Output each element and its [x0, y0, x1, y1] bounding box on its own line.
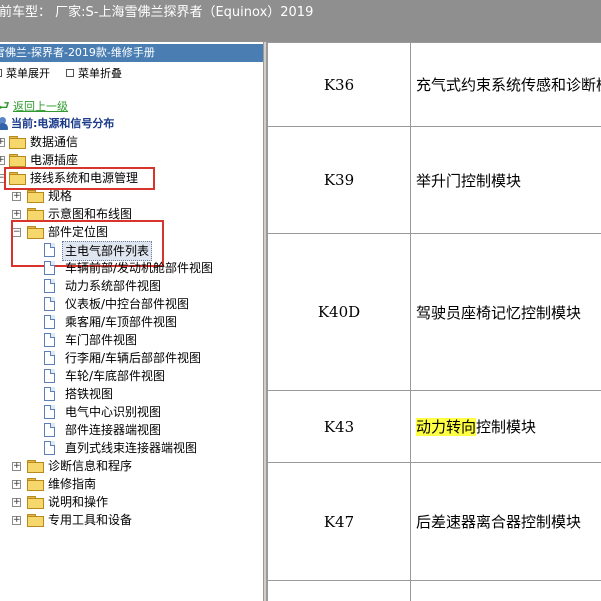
page-icon	[44, 333, 55, 347]
component-desc: 驾驶员座椅记忆控制模块	[409, 233, 601, 391]
component-code: K47	[267, 462, 411, 581]
expand-plus-icon[interactable]: +	[12, 462, 21, 471]
expand-plus-icon[interactable]: +	[12, 480, 21, 489]
expand-plus-icon[interactable]: +	[0, 138, 5, 147]
expand-menu-label: 菜单展开	[6, 67, 50, 80]
component-table: K36 充气式约束系统传感和诊断模块 K39 举升门控制模块 K40D 驾驶员座…	[267, 42, 601, 601]
folder-icon	[27, 208, 44, 221]
expand-plus-icon[interactable]: +	[12, 210, 21, 219]
component-desc: 举升门控制模块	[409, 126, 601, 234]
current-location-label: 当前:电源和信号分布	[11, 117, 115, 130]
tree-node-label: 维修指南	[48, 477, 97, 491]
expand-plus-icon[interactable]: +	[12, 516, 21, 525]
component-desc: 动力转向控制模块	[409, 390, 601, 463]
page-icon	[44, 261, 55, 275]
top-bar: 当前车型： 厂家:S-上海雪佛兰探界者（Equinox）2019	[0, 0, 601, 42]
tree-node-label: 数据通信	[30, 135, 79, 149]
manual-title: 雪佛兰-探界者-2019款-维修手册	[0, 46, 155, 59]
table-row: K39 举升门控制模块	[267, 126, 601, 234]
tree-node-label: 行李厢/车辆后部部件视图	[65, 351, 202, 365]
back-link-label: 返回上一级	[13, 100, 68, 113]
collapse-menu-label: 菜单折叠	[78, 67, 122, 80]
tree-node-label: 车轮/车底部件视图	[65, 369, 166, 383]
page-icon	[44, 369, 55, 383]
component-code: K40D	[267, 233, 411, 391]
expand-plus-icon[interactable]: +	[12, 498, 21, 507]
tree-node-label: 直列式线束连接器端视图	[65, 441, 198, 455]
expand-plus-icon[interactable]: +	[0, 156, 5, 165]
component-code	[267, 580, 411, 601]
tree-node-label: 车辆前部/发动机舱部件视图	[65, 261, 214, 275]
component-desc: 充气式约束系统传感和诊断模块	[409, 42, 601, 127]
folder-icon	[9, 136, 26, 149]
tree-node-label: 搭铁视图	[65, 387, 114, 401]
component-code: K36	[267, 42, 411, 127]
search-highlight: 动力转向	[415, 418, 476, 436]
page-icon	[44, 315, 55, 329]
table-row: K43 动力转向控制模块	[267, 390, 601, 463]
tree-node-label: 专用工具和设备	[48, 513, 133, 527]
folder-icon	[27, 514, 44, 527]
table-row: K36 充气式约束系统传感和诊断模块	[267, 42, 601, 127]
folder-icon	[27, 478, 44, 491]
page-icon	[44, 423, 55, 437]
manual-title-bar: 雪佛兰-探界者-2019款-维修手册	[0, 44, 263, 62]
back-arrow-icon: ⮐	[0, 99, 10, 114]
page-icon	[44, 405, 55, 419]
folder-icon	[9, 154, 26, 167]
tree-node-label: 部件连接器端视图	[65, 423, 162, 437]
expand-icon	[0, 69, 2, 77]
page-icon	[44, 351, 55, 365]
table-row	[267, 580, 601, 601]
tree-node-label: 动力系统部件视图	[65, 279, 162, 293]
collapse-icon	[66, 69, 74, 77]
component-desc	[409, 580, 601, 601]
folder-icon	[27, 460, 44, 473]
tree-node-label: 乘客厢/车顶部件视图	[65, 315, 178, 329]
person-icon	[0, 117, 8, 130]
tree-node-label: 规格	[48, 189, 73, 203]
component-desc-rest: 控制模块	[476, 418, 537, 436]
folder-icon	[27, 496, 44, 509]
expand-plus-icon[interactable]: +	[12, 192, 21, 201]
tree-node-label: 车门部件视图	[65, 333, 138, 347]
tree-node-label: 说明和操作	[48, 495, 109, 509]
component-code: K43	[267, 390, 411, 463]
page-icon	[44, 441, 55, 455]
table-row: K47 后差速器离合器控制模块	[267, 462, 601, 581]
page-icon	[44, 279, 55, 293]
tree-node-label: 仪表板/中控台部件视图	[65, 297, 190, 311]
left-panel: 雪佛兰-探界者-2019款-维修手册 菜单展开 菜单折叠 ⮐ 返回上一级 当前:…	[0, 42, 263, 601]
page-icon	[44, 387, 55, 401]
table-row: K40D 驾驶员座椅记忆控制模块	[267, 233, 601, 391]
tree-node-label: 电气中心识别视图	[65, 405, 162, 419]
tree-node-label: 诊断信息和程序	[48, 459, 133, 473]
component-desc: 后差速器离合器控制模块	[409, 462, 601, 581]
folder-icon	[27, 190, 44, 203]
expand-menu-button[interactable]: 菜单展开	[0, 66, 50, 82]
component-table-panel: K36 充气式约束系统传感和诊断模块 K39 举升门控制模块 K40D 驾驶员座…	[267, 42, 601, 601]
page-icon	[44, 297, 55, 311]
highlight-box-wiring	[4, 167, 155, 190]
current-model-label: 当前车型： 厂家:S-上海雪佛兰探界者（Equinox）2019	[0, 5, 314, 20]
component-code: K39	[267, 126, 411, 234]
collapse-menu-button[interactable]: 菜单折叠	[66, 66, 122, 82]
